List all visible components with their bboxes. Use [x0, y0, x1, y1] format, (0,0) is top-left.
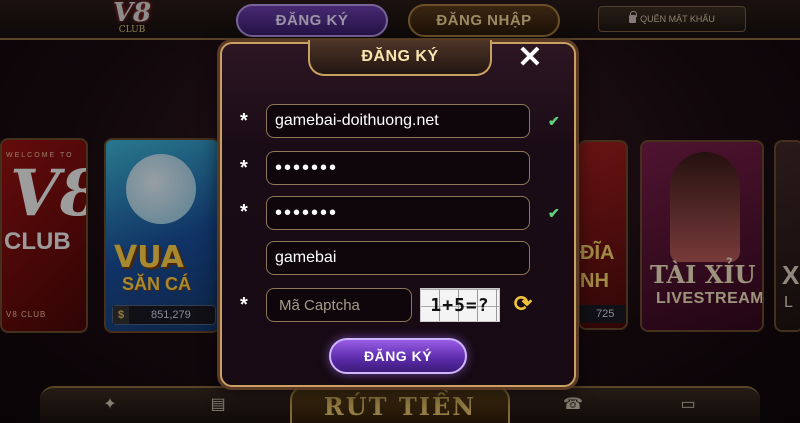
- confirm-password-valid-icon: ✔: [548, 205, 560, 221]
- close-button[interactable]: ✕: [510, 40, 550, 76]
- confirm-password-field[interactable]: •••••••: [266, 196, 530, 230]
- dialog-title: ĐĂNG KÝ: [308, 40, 492, 76]
- required-mark: *: [240, 201, 248, 223]
- close-icon: ✕: [517, 41, 543, 74]
- required-mark: *: [240, 157, 248, 179]
- display-name-field[interactable]: gamebai: [266, 241, 530, 275]
- password-field[interactable]: •••••••: [266, 151, 530, 185]
- username-valid-icon: ✔: [548, 113, 560, 129]
- required-mark: *: [240, 294, 248, 316]
- required-mark: *: [240, 110, 248, 132]
- username-field[interactable]: gamebai-doithuong.net: [266, 104, 530, 138]
- captcha-input[interactable]: Mã Captcha: [266, 288, 412, 322]
- captcha-image: 1+5=?: [420, 288, 500, 322]
- refresh-captcha-icon[interactable]: ⟳: [510, 291, 536, 317]
- register-submit-button[interactable]: ĐĂNG KÝ: [329, 338, 467, 374]
